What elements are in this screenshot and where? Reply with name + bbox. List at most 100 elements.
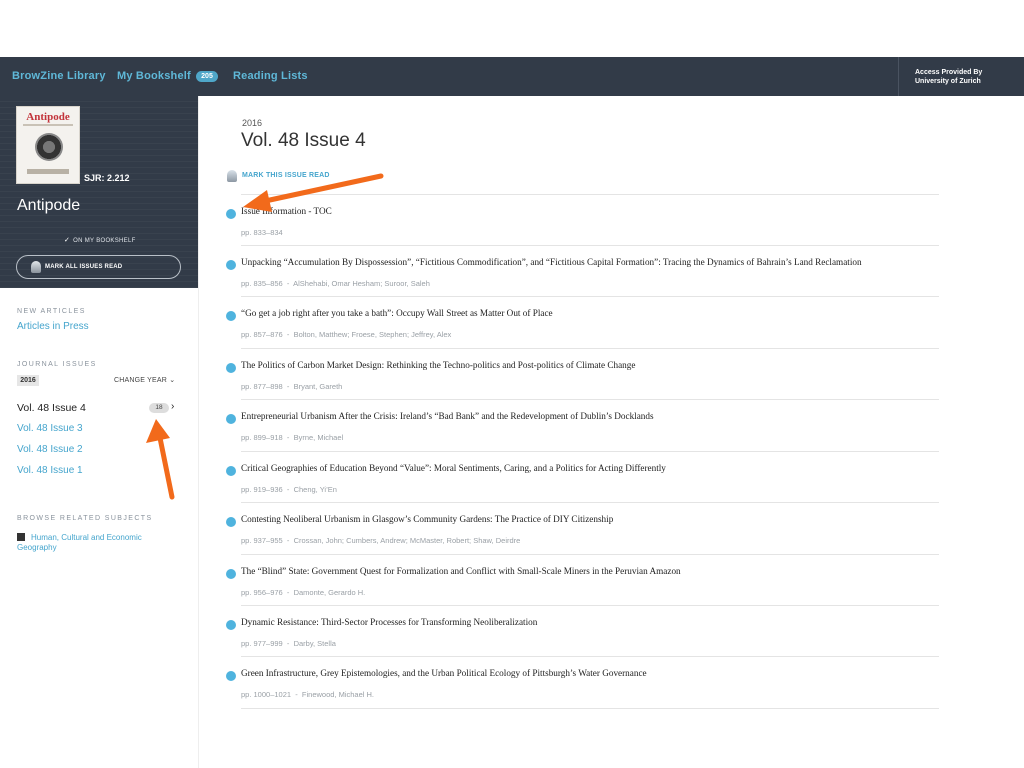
unread-dot-icon xyxy=(226,414,236,424)
cover-subtitle-line xyxy=(23,124,73,126)
issue-year: 2016 xyxy=(242,118,263,128)
article-pages: pp. 919–936 xyxy=(241,485,283,494)
article-meta: pp. 956–976 - Damonte, Gerardo H. xyxy=(241,588,366,597)
article-title[interactable]: Entrepreneurial Urbanism After the Crisi… xyxy=(241,411,654,421)
bookmark-icon xyxy=(227,170,237,182)
list-divider xyxy=(241,605,939,606)
sjr-score: SJR: 2.212 xyxy=(84,173,130,183)
article-meta: pp. 835–856 - AlShehabi, Omar Hesham; Su… xyxy=(241,279,430,288)
list-divider xyxy=(241,245,939,246)
article-authors: Damonte, Gerardo H. xyxy=(293,588,366,597)
article-meta: pp. 877–898 - Bryant, Gareth xyxy=(241,382,343,391)
issue-item[interactable]: Vol. 48 Issue 2 xyxy=(17,444,83,455)
article-title[interactable]: Green Infrastructure, Grey Epistemologie… xyxy=(241,668,647,678)
article-pages: pp. 956–976 xyxy=(241,588,283,597)
article-meta: pp. 899–918 - Byrne, Michael xyxy=(241,433,344,442)
article-pages: pp. 899–918 xyxy=(241,433,283,442)
article-pages: pp. 833–834 xyxy=(241,228,283,237)
article-authors: AlShehabi, Omar Hesham; Suroor, Saleh xyxy=(293,279,430,288)
list-divider xyxy=(241,656,939,657)
on-bookshelf-status[interactable]: ✓ ON MY BOOKSHELF xyxy=(64,236,136,244)
article-authors: Finewood, Michael H. xyxy=(301,690,375,699)
article-authors: Bryant, Gareth xyxy=(293,382,343,391)
article-meta: pp. 857–876 - Bolton, Matthew; Froese, S… xyxy=(241,330,452,339)
article-title[interactable]: Critical Geographies of Education Beyond… xyxy=(241,463,666,473)
subject-link[interactable]: Human, Cultural and Economic Geography xyxy=(17,533,177,553)
article-authors: Crossan, John; Cumbers, Andrew; McMaster… xyxy=(293,536,521,545)
chevron-right-icon: › xyxy=(171,401,175,412)
cover-title: Antipode xyxy=(26,111,70,123)
journal-title: Antipode xyxy=(17,197,81,214)
selected-year: 2016 xyxy=(17,375,39,386)
article-pages: pp. 1000–1021 xyxy=(241,690,292,699)
article-title[interactable]: “Go get a job right after you take a bat… xyxy=(241,308,553,318)
article-item[interactable]: Entrepreneurial Urbanism After the Crisi… xyxy=(225,407,945,457)
unread-dot-icon xyxy=(226,620,236,630)
change-year-dropdown[interactable]: CHANGE YEAR ⌄ xyxy=(114,376,175,384)
access-line-2: University of Zurich xyxy=(915,78,981,85)
book-icon xyxy=(17,533,25,541)
change-year-label: CHANGE YEAR xyxy=(114,377,168,384)
article-pages: pp. 977–999 xyxy=(241,639,283,648)
article-authors: Darby, Stella xyxy=(293,639,336,648)
article-meta: pp. 833–834 xyxy=(241,228,283,237)
unread-dot-icon xyxy=(226,569,236,579)
bookmark-icon xyxy=(31,261,41,273)
list-divider xyxy=(241,708,939,709)
unread-dot-icon xyxy=(226,311,236,321)
list-divider xyxy=(241,502,939,503)
list-divider xyxy=(241,348,939,349)
article-title[interactable]: The “Blind” State: Government Quest for … xyxy=(241,566,681,576)
article-meta: pp. 919–936 - Cheng, Yi’En xyxy=(241,485,337,494)
checkmark-icon: ✓ xyxy=(64,237,71,244)
access-provided-by: Access Provided By University of Zurich xyxy=(898,57,1024,96)
list-divider xyxy=(241,451,939,452)
article-meta: pp. 1000–1021 - Finewood, Michael H. xyxy=(241,690,375,699)
nav-browzine-library[interactable]: BrowZine Library xyxy=(12,70,106,82)
nav-my-bookshelf[interactable]: My Bookshelf xyxy=(117,70,191,82)
access-line-1: Access Provided By xyxy=(915,69,983,76)
article-meta: pp. 937–955 - Crossan, John; Cumbers, An… xyxy=(241,536,521,545)
article-title[interactable]: Issue Information - TOC xyxy=(241,206,332,216)
articles-in-press-link[interactable]: Articles in Press xyxy=(17,321,89,332)
sidebar-divider xyxy=(198,96,199,768)
subject-label: Human, Cultural and Economic Geography xyxy=(17,533,142,552)
annotation-arrowhead xyxy=(146,419,170,443)
annotation-arrow-shaft xyxy=(253,173,384,206)
cover-publisher-line xyxy=(27,169,69,174)
article-item[interactable]: Contesting Neoliberal Urbanism in Glasgo… xyxy=(225,510,945,560)
mark-issue-read-button[interactable]: MARK THIS ISSUE READ xyxy=(242,172,330,179)
issue-title: Vol. 48 Issue 4 xyxy=(241,130,366,151)
issue-item-current[interactable]: Vol. 48 Issue 4 xyxy=(17,402,86,414)
article-pages: pp. 877–898 xyxy=(241,382,283,391)
article-title[interactable]: Unpacking “Accumulation By Dispossession… xyxy=(241,257,862,267)
mark-all-issues-read-button[interactable]: MARK ALL ISSUES READ xyxy=(16,255,181,279)
article-item[interactable]: Green Infrastructure, Grey Epistemologie… xyxy=(225,664,945,714)
top-nav-bar: BrowZine Library My Bookshelf 205 Readin… xyxy=(0,57,1024,96)
cover-globe-graphic xyxy=(35,133,63,161)
journal-issues-label: JOURNAL ISSUES xyxy=(17,361,97,368)
article-authors: Byrne, Michael xyxy=(293,433,344,442)
article-authors: Cheng, Yi’En xyxy=(293,485,337,494)
article-pages: pp. 937–955 xyxy=(241,536,283,545)
article-title[interactable]: Dynamic Resistance: Third-Sector Process… xyxy=(241,617,537,627)
browse-subjects-label: BROWSE RELATED SUBJECTS xyxy=(17,515,153,522)
issue-item[interactable]: Vol. 48 Issue 3 xyxy=(17,423,83,434)
nav-reading-lists[interactable]: Reading Lists xyxy=(233,70,308,82)
article-authors: Bolton, Matthew; Froese, Stephen; Jeffre… xyxy=(293,330,452,339)
issue-item[interactable]: Vol. 48 Issue 1 xyxy=(17,465,83,476)
list-divider xyxy=(241,194,939,195)
journal-header: Antipode SJR: 2.212 Antipode ✓ ON MY BOOK… xyxy=(0,96,198,288)
list-divider xyxy=(241,399,939,400)
article-title[interactable]: Contesting Neoliberal Urbanism in Glasgo… xyxy=(241,514,613,524)
article-meta: pp. 977–999 - Darby, Stella xyxy=(241,639,336,648)
article-item[interactable]: “Go get a job right after you take a bat… xyxy=(225,304,945,354)
bookshelf-count-badge: 205 xyxy=(196,71,218,82)
journal-cover[interactable]: Antipode xyxy=(16,106,80,184)
list-divider xyxy=(241,554,939,555)
list-divider xyxy=(241,296,939,297)
article-title[interactable]: The Politics of Carbon Market Design: Re… xyxy=(241,360,635,370)
unread-dot-icon xyxy=(226,466,236,476)
article-pages: pp. 835–856 xyxy=(241,279,283,288)
unread-dot-icon xyxy=(226,209,236,219)
